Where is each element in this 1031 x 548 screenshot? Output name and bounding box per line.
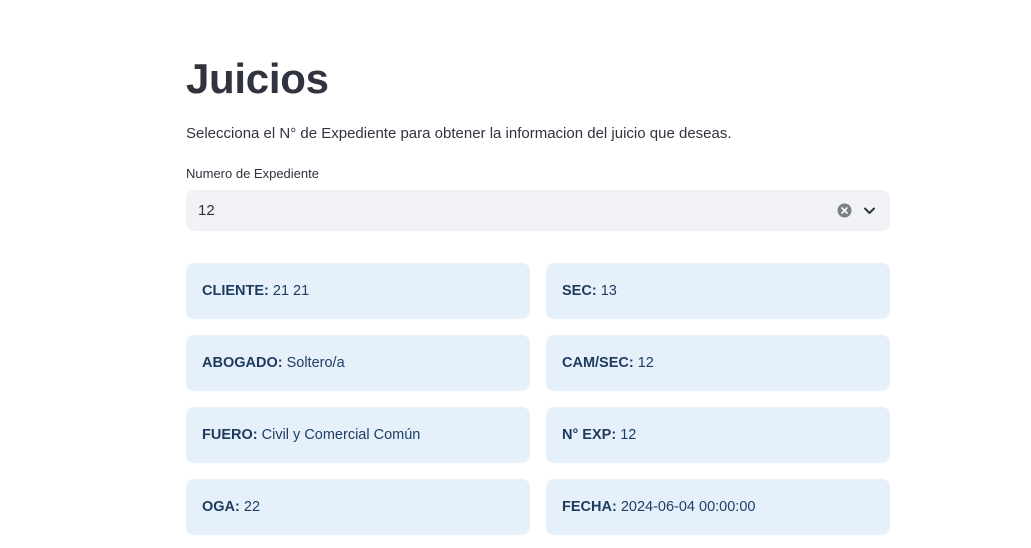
detail-card-abogado: ABOGADO: Soltero/a xyxy=(186,335,530,391)
page-subtitle: Selecciona el N° de Expediente para obte… xyxy=(186,125,732,142)
detail-key-sec: SEC: xyxy=(562,283,597,299)
detail-card-fecha: FECHA: 2024-06-04 00:00:00 xyxy=(546,479,890,535)
detail-value-cliente: 21 21 xyxy=(272,283,310,299)
detail-value-fecha: 2024-06-04 00:00:00 xyxy=(620,499,756,515)
page-title: Juicios xyxy=(186,55,329,102)
clear-icon[interactable] xyxy=(837,203,852,218)
expediente-select[interactable]: 12 xyxy=(186,190,890,231)
detail-key-abogado: ABOGADO: xyxy=(202,355,283,371)
detail-value-sec: 13 xyxy=(600,283,617,299)
detail-card-n-exp: N° EXP: 12 xyxy=(546,407,890,463)
detail-card-oga: OGA: 22 xyxy=(186,479,530,535)
detail-key-oga: OGA: xyxy=(202,499,240,515)
app-page: Juicios Selecciona el N° de Expediente p… xyxy=(0,0,1031,548)
detail-key-fecha: FECHA: xyxy=(562,499,617,515)
chevron-down-icon[interactable] xyxy=(862,203,877,218)
detail-card-cam-sec: CAM/SEC: 12 xyxy=(546,335,890,391)
detail-card-fuero: FUERO: Civil y Comercial Común xyxy=(186,407,530,463)
detail-value-cam-sec: 12 xyxy=(637,355,654,371)
detail-value-n-exp: 12 xyxy=(620,427,637,443)
detail-key-cam-sec: CAM/SEC: xyxy=(562,355,634,371)
detail-value-abogado: Soltero/a xyxy=(286,355,345,371)
expediente-selected-value: 12 xyxy=(198,202,215,219)
detail-card-sec: SEC: 13 xyxy=(546,263,890,319)
detail-key-fuero: FUERO: xyxy=(202,427,258,443)
detail-key-n-exp: N° EXP: xyxy=(562,427,617,443)
detail-key-cliente: CLIENTE: xyxy=(202,283,269,299)
detail-value-fuero: Civil y Comercial Común xyxy=(261,427,421,443)
detail-value-oga: 22 xyxy=(243,499,261,515)
expediente-field-label: Numero de Expediente xyxy=(186,166,319,181)
detail-card-cliente: CLIENTE: 21 21 xyxy=(186,263,530,319)
